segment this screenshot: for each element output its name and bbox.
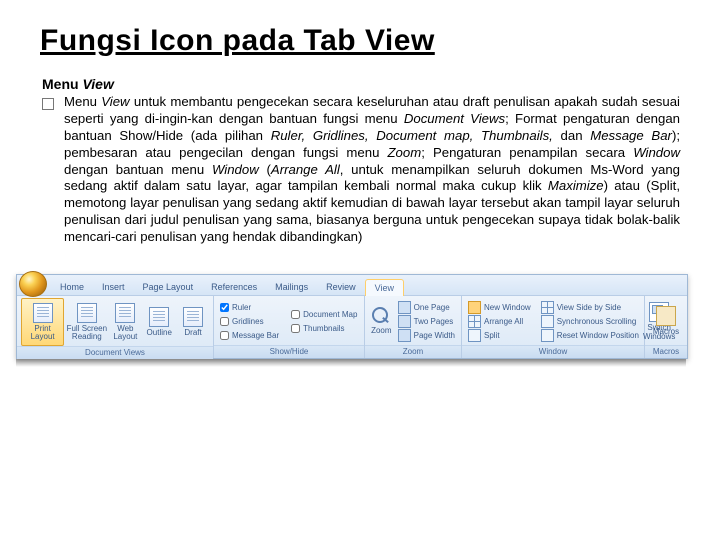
window-mini-icon xyxy=(541,329,554,342)
gridlines-checkbox[interactable]: Gridlines xyxy=(218,315,281,328)
page-icon xyxy=(33,303,53,323)
new-window-button[interactable]: New Window xyxy=(466,301,533,314)
message-bar-checkbox[interactable]: Message Bar xyxy=(218,329,281,342)
window-mini-icon xyxy=(468,301,481,314)
one-page-button[interactable]: One Page xyxy=(396,301,457,314)
window-mini-icon xyxy=(468,315,481,328)
subheading-prefix: Menu xyxy=(42,76,82,92)
bullet-icon xyxy=(42,98,54,110)
subheading: Menu View xyxy=(42,76,680,92)
full-screen-reading-button[interactable]: Full Screen Reading xyxy=(66,299,107,345)
subheading-em: View xyxy=(82,76,113,92)
page-mini-icon xyxy=(398,301,411,314)
web-layout-button[interactable]: Web Layout xyxy=(109,299,141,345)
window-mini-icon xyxy=(468,329,481,342)
reset-window-position-button[interactable]: Reset Window Position xyxy=(539,329,641,342)
word-ribbon: HomeInsertPage LayoutReferencesMailingsR… xyxy=(16,274,688,359)
tab-view[interactable]: View xyxy=(365,279,404,296)
tab-mailings[interactable]: Mailings xyxy=(266,279,317,295)
draft-button[interactable]: Draft xyxy=(177,299,209,345)
thumbnails-checkbox[interactable]: Thumbnails xyxy=(289,322,359,335)
document-map-checkbox[interactable]: Document Map xyxy=(289,308,359,321)
print-layout-button[interactable]: Print Layout xyxy=(21,298,64,346)
group-label: Zoom xyxy=(365,345,461,358)
zoom-button-label: Zoom xyxy=(371,327,391,335)
group-window: New WindowArrange AllSplit View Side by … xyxy=(462,296,645,358)
ribbon-shadow xyxy=(16,359,686,367)
two-pages-button[interactable]: Two Pages xyxy=(396,315,457,328)
page-icon xyxy=(77,303,97,323)
group-document-views: Print LayoutFull Screen ReadingWeb Layou… xyxy=(17,296,214,358)
macros-button-label: Macros xyxy=(653,328,679,336)
magnifier-icon xyxy=(372,307,390,325)
view-side-by-side-button[interactable]: View Side by Side xyxy=(539,301,641,314)
arrange-all-button[interactable]: Arrange All xyxy=(466,315,533,328)
ribbon-groups: Print LayoutFull Screen ReadingWeb Layou… xyxy=(17,296,687,358)
tab-page-layout[interactable]: Page Layout xyxy=(134,279,203,295)
page-mini-icon xyxy=(398,315,411,328)
ruler-checkbox[interactable]: Ruler xyxy=(218,301,281,314)
group-zoom: Zoom One PageTwo PagesPage Width Zoom xyxy=(365,296,462,358)
page-mini-icon xyxy=(398,329,411,342)
group-label: Document Views xyxy=(17,346,213,359)
split-button[interactable]: Split xyxy=(466,329,533,342)
tab-insert[interactable]: Insert xyxy=(93,279,134,295)
group-label: Macros xyxy=(645,345,687,358)
slide-title: Fungsi Icon pada Tab View xyxy=(40,24,680,58)
page-icon xyxy=(149,307,169,327)
ribbon-tabstrip: HomeInsertPage LayoutReferencesMailingsR… xyxy=(17,275,687,296)
tab-home[interactable]: Home xyxy=(51,279,93,295)
page-icon xyxy=(115,303,135,323)
group-show-hide: RulerGridlinesMessage Bar Document MapTh… xyxy=(214,296,365,358)
page-width-button[interactable]: Page Width xyxy=(396,329,457,342)
window-mini-icon xyxy=(541,315,554,328)
group-label: Show/Hide xyxy=(214,345,364,358)
page-icon xyxy=(183,307,203,327)
synchronous-scrolling-button[interactable]: Synchronous Scrolling xyxy=(539,315,641,328)
body-paragraph: Menu View untuk membantu pengecekan seca… xyxy=(64,94,680,246)
tab-review[interactable]: Review xyxy=(317,279,365,295)
tab-references[interactable]: References xyxy=(202,279,266,295)
group-label: Window xyxy=(462,345,644,358)
outline-button[interactable]: Outline xyxy=(143,299,175,345)
office-button-icon[interactable] xyxy=(19,271,47,297)
window-mini-icon xyxy=(541,301,554,314)
zoom-button[interactable]: Zoom xyxy=(369,299,394,345)
macros-icon xyxy=(656,306,676,326)
